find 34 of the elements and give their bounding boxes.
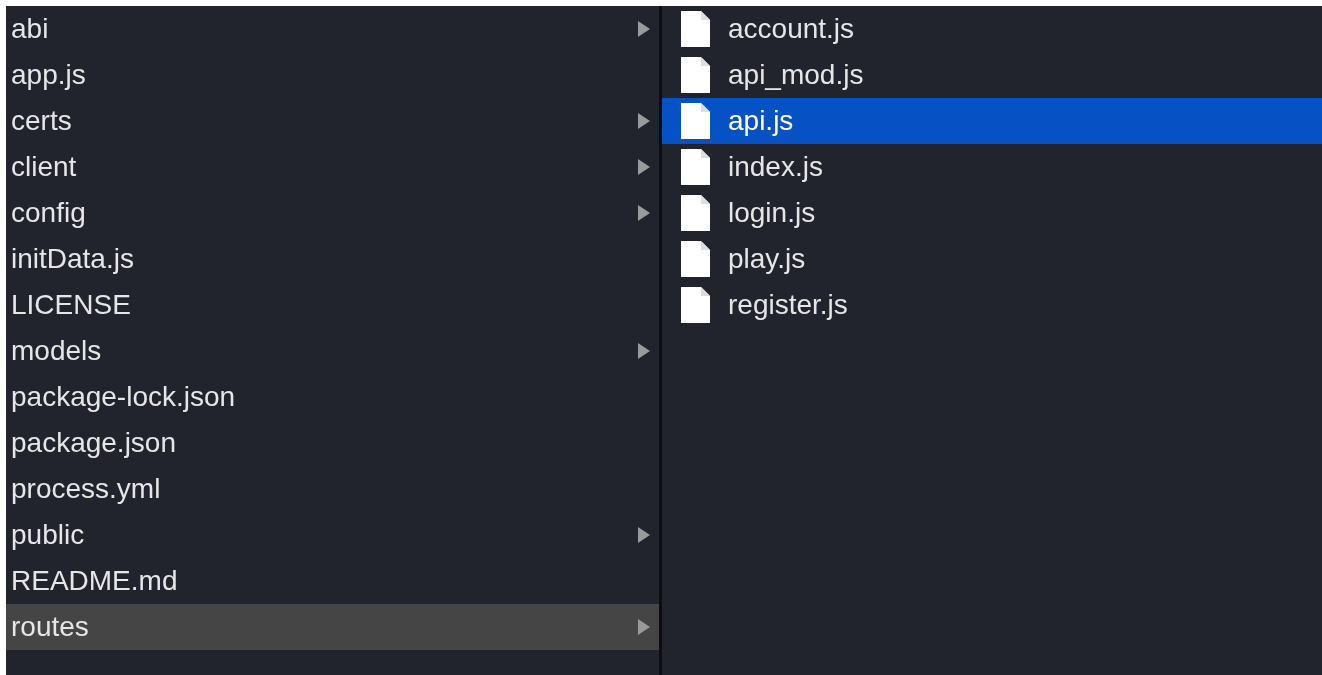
file-list-item[interactable]: initData.js [6, 236, 659, 282]
file-list-item[interactable]: api.js [662, 98, 1322, 144]
file-list-item[interactable]: login.js [662, 190, 1322, 236]
document-icon [680, 149, 710, 185]
document-icon [680, 11, 710, 47]
document-icon [680, 57, 710, 93]
document-icon [680, 287, 710, 323]
file-list-item[interactable]: play.js [662, 236, 1322, 282]
document-icon [680, 241, 710, 277]
file-list-item[interactable]: README.md [6, 558, 659, 604]
file-list-item[interactable]: app.js [6, 52, 659, 98]
chevron-right-icon [637, 526, 651, 544]
document-icon [680, 103, 710, 139]
file-list-item[interactable]: process.yml [6, 466, 659, 512]
chevron-right-icon [637, 342, 651, 360]
chevron-right-icon [637, 204, 651, 222]
file-list-item[interactable]: config [6, 190, 659, 236]
file-list-item[interactable]: api_mod.js [662, 52, 1322, 98]
chevron-right-icon [637, 618, 651, 636]
file-list-item[interactable]: register.js [662, 282, 1322, 328]
file-list-item[interactable]: index.js [662, 144, 1322, 190]
file-list-item[interactable]: models [6, 328, 659, 374]
chevron-right-icon [637, 20, 651, 38]
file-list-item[interactable]: client [6, 144, 659, 190]
file-list-item[interactable]: abi [6, 6, 659, 52]
file-list-item[interactable]: certs [6, 98, 659, 144]
file-list-item[interactable]: public [6, 512, 659, 558]
file-list-item[interactable]: LICENSE [6, 282, 659, 328]
file-list-item[interactable]: package.json [6, 420, 659, 466]
file-list-item[interactable]: package-lock.json [6, 374, 659, 420]
chevron-right-icon [637, 112, 651, 130]
document-icon [680, 195, 710, 231]
file-list-item[interactable]: account.js [662, 6, 1322, 52]
chevron-right-icon [637, 158, 651, 176]
